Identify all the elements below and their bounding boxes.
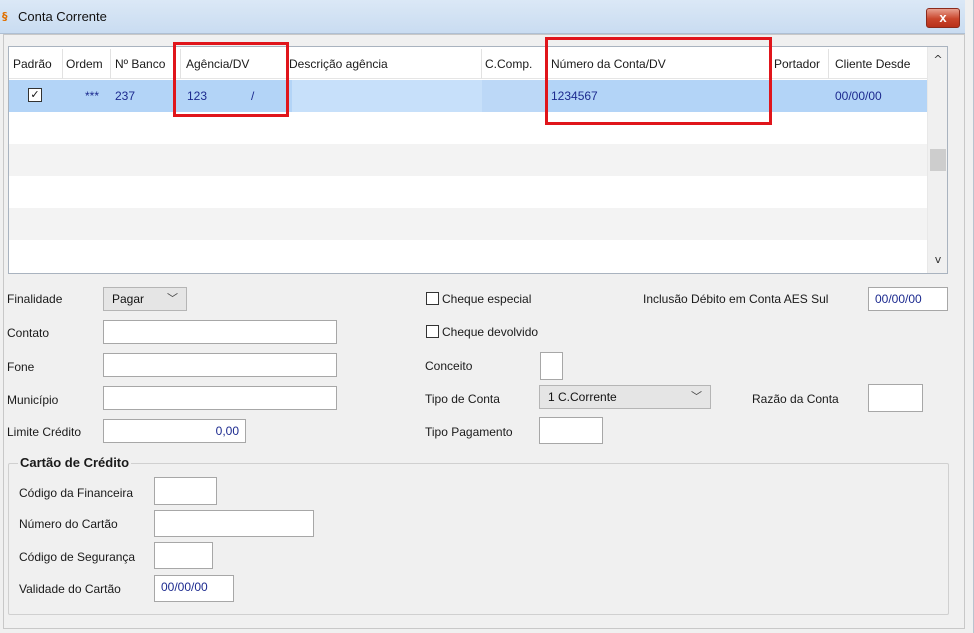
col-separator [110, 49, 111, 79]
numero-cartao-label: Número do Cartão [19, 517, 118, 531]
fone-field[interactable] [103, 353, 337, 377]
cheque-devolvido-label[interactable]: Cheque devolvido [442, 325, 538, 339]
tipo-pagamento-field[interactable] [539, 417, 603, 444]
finalidade-value: Pagar [112, 292, 145, 306]
cartao-credito-group [8, 463, 949, 615]
empty-row[interactable] [9, 208, 927, 240]
finalidade-select[interactable]: Pagar ﹀ [103, 287, 187, 311]
chevron-down-icon: ﹀ [691, 391, 702, 403]
codigo-seguranca-field[interactable] [154, 542, 213, 569]
codigo-financeira-field[interactable] [154, 477, 217, 505]
contato-label: Contato [7, 326, 50, 340]
empty-row[interactable] [9, 240, 927, 272]
cheque-especial-label[interactable]: Cheque especial [442, 292, 531, 306]
cell-descricao [292, 80, 482, 112]
numero-cartao-field[interactable] [154, 510, 314, 537]
col-separator [62, 49, 63, 79]
cell-banco: 237 [115, 89, 136, 103]
title-bar: § Conta Corrente x [0, 0, 965, 34]
col-header-ordem[interactable]: Ordem [66, 57, 103, 71]
col-header-banco[interactable]: Nº Banco [115, 57, 165, 71]
col-header-padrao[interactable]: Padrão [13, 57, 52, 71]
razao-conta-label: Razão da Conta [752, 392, 839, 406]
razao-conta-field[interactable] [868, 384, 923, 412]
cheque-devolvido-checkbox[interactable] [426, 325, 439, 338]
empty-row[interactable] [9, 176, 927, 208]
scroll-thumb[interactable] [930, 149, 946, 171]
chevron-down-icon: ﹀ [167, 293, 178, 305]
empty-row[interactable] [9, 144, 927, 176]
col-header-portador[interactable]: Portador [774, 57, 820, 71]
limite-credito-field[interactable]: 0,00 [103, 419, 246, 443]
finalidade-label: Finalidade [7, 292, 63, 306]
scroll-down-icon[interactable]: v [932, 253, 944, 266]
col-header-descricao[interactable]: Descrição agência [289, 57, 388, 71]
conceito-field[interactable] [540, 352, 563, 380]
grid-header: Padrão Ordem Nº Banco Agência/DV Descriç… [9, 47, 927, 79]
conceito-label: Conceito [425, 359, 473, 373]
app-icon: § [2, 10, 8, 23]
accounts-grid[interactable]: Padrão Ordem Nº Banco Agência/DV Descriç… [8, 46, 948, 274]
tipo-conta-select[interactable]: 1 C.Corrente ﹀ [539, 385, 711, 409]
col-header-cliente-desde[interactable]: Cliente Desde [835, 57, 910, 71]
codigo-seguranca-label: Código de Segurança [19, 550, 136, 564]
empty-row[interactable] [9, 112, 927, 144]
municipio-field[interactable] [103, 386, 337, 410]
codigo-financeira-label: Código da Financeira [19, 486, 134, 500]
inclusao-debito-field[interactable]: 00/00/00 [868, 287, 948, 311]
tipo-conta-value: 1 C.Corrente [548, 390, 617, 404]
col-separator [481, 49, 482, 79]
scroll-up-icon[interactable]: ^ [932, 53, 944, 66]
tipo-pagamento-label: Tipo Pagamento [425, 425, 513, 439]
padrao-checkbox[interactable]: ✓ [28, 88, 42, 102]
col-separator [828, 49, 829, 79]
col-header-ccomp[interactable]: C.Comp. [485, 57, 532, 71]
contato-field[interactable] [103, 320, 337, 344]
window-title: Conta Corrente [18, 9, 107, 24]
cartao-credito-title: Cartão de Crédito [18, 455, 132, 470]
validade-cartao-field[interactable]: 00/00/00 [154, 575, 234, 602]
grid-vertical-scrollbar[interactable]: ^ v [927, 47, 947, 273]
table-row[interactable]: ✓ *** 237 123 / 1234567 00/00/00 [9, 80, 927, 112]
cell-ordem: *** [85, 89, 100, 103]
municipio-label: Município [7, 393, 59, 407]
conta-corrente-window: § Conta Corrente x Padrão Ordem Nº Banco… [0, 0, 974, 633]
validade-cartao-label: Validade do Cartão [19, 582, 121, 596]
cheque-especial-checkbox[interactable] [426, 292, 439, 305]
highlight-box-conta [545, 37, 772, 125]
fone-label: Fone [7, 360, 35, 374]
inclusao-debito-label: Inclusão Débito em Conta AES Sul [643, 292, 829, 306]
cell-cliente-desde: 00/00/00 [835, 89, 882, 103]
limite-credito-label: Limite Crédito [7, 425, 82, 439]
cell-ccomp [482, 80, 548, 112]
tipo-conta-label: Tipo de Conta [425, 392, 500, 406]
highlight-box-agencia [173, 42, 289, 117]
close-button[interactable]: x [926, 8, 960, 28]
